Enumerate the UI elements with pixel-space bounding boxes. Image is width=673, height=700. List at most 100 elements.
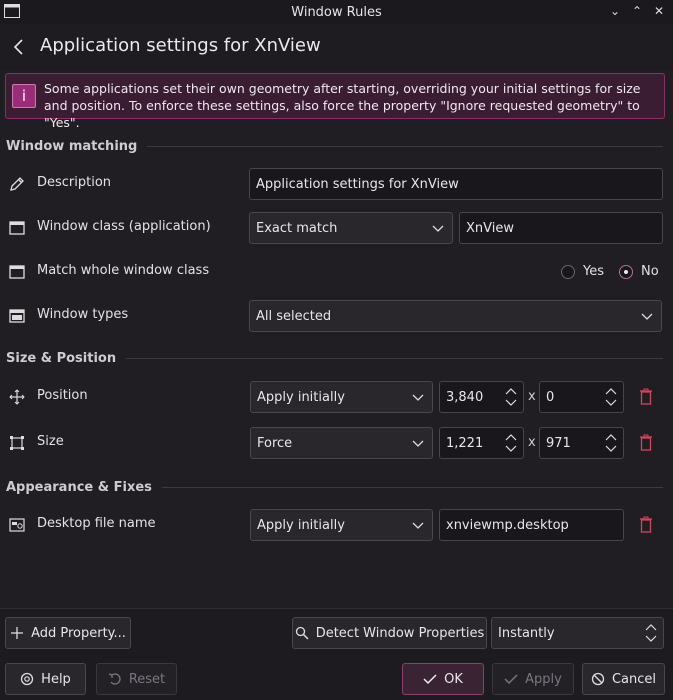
radio-circle-selected[interactable] (619, 264, 633, 279)
desktop-file-input[interactable]: xnviewmp.desktop (439, 509, 624, 541)
detect-delay-spinner[interactable]: Instantly (491, 617, 664, 649)
maximize-chevron-icon[interactable]: ⌃ (629, 2, 645, 20)
spinbox-value: 1,221 (446, 435, 484, 451)
size-height-spinbox[interactable]: 971 (539, 427, 624, 459)
dropdown-value: All selected (256, 308, 332, 324)
search-icon (295, 626, 309, 640)
window-icon (9, 265, 25, 279)
checkmark-icon (423, 674, 437, 685)
cancel-icon (591, 672, 605, 686)
bottom-bar: Add Property... Detect Window Properties… (0, 608, 673, 700)
chevron-down-icon (641, 313, 653, 320)
section-title: Appearance & Fixes (6, 480, 152, 495)
divider (126, 358, 663, 359)
spinbox-value: 971 (546, 435, 571, 451)
title-bar: Window Rules ⌄ ⌃ ✕ (0, 0, 673, 24)
reset-button[interactable]: Reset (96, 663, 177, 695)
radio-no-label: No (641, 264, 659, 279)
close-icon[interactable]: ✕ (651, 2, 667, 20)
minimize-chevron-icon[interactable]: ⌄ (607, 2, 623, 20)
desktop-file-icon (9, 518, 25, 532)
dropdown-value: Exact match (256, 220, 338, 236)
delete-position-trash-icon[interactable] (639, 388, 653, 406)
description-label: Description (37, 175, 112, 190)
section-title: Window matching (6, 139, 138, 154)
detect-window-properties-button[interactable]: Detect Window Properties (292, 617, 487, 649)
pencil-icon (10, 177, 24, 191)
times-separator: x (528, 435, 536, 450)
warning-message: Some applications set their own geometry… (44, 81, 641, 130)
cancel-button[interactable]: Cancel (582, 663, 665, 695)
window-class-match-dropdown[interactable]: Exact match (249, 212, 453, 244)
row-match-whole-class: Match whole window class Yes No (0, 254, 673, 290)
geometry-warning-banner: i Some applications set their own geomet… (5, 73, 665, 130)
window-title: Window Rules (291, 4, 382, 20)
position-policy-dropdown[interactable]: Apply initially (250, 381, 433, 413)
desktop-file-policy-dropdown[interactable]: Apply initially (250, 509, 433, 541)
divider (147, 146, 663, 147)
window-types-icon (9, 309, 25, 323)
window-icon (9, 221, 25, 235)
ok-label: OK (444, 671, 463, 687)
dropdown-value: Apply initially (257, 389, 345, 405)
window-class-label: Window class (application) (37, 219, 211, 234)
back-arrow-icon[interactable] (12, 38, 26, 56)
spinbox-value: 0 (546, 389, 555, 405)
size-width-spinbox[interactable]: 1,221 (439, 427, 524, 459)
size-label: Size (37, 434, 64, 449)
apply-button[interactable]: Apply (492, 663, 574, 695)
page-header: Application settings for XnView (0, 24, 673, 70)
position-y-spinbox[interactable]: 0 (539, 381, 624, 413)
cancel-label: Cancel (611, 671, 657, 687)
app-icon (4, 4, 20, 18)
page-title: Application settings for XnView (40, 35, 321, 56)
row-desktop-file: Desktop file name Apply initially xnview… (0, 507, 673, 543)
chevron-down-icon (412, 440, 424, 447)
resize-frame-icon (10, 436, 24, 450)
row-description: Description Application settings for XnV… (0, 166, 673, 202)
delete-size-trash-icon[interactable] (639, 434, 653, 452)
chevron-down-icon (412, 522, 424, 529)
radio-circle[interactable] (561, 264, 575, 279)
window-types-label: Window types (37, 307, 129, 322)
position-label: Position (37, 388, 88, 403)
spinbox-value: 3,840 (446, 389, 484, 405)
detect-label: Detect Window Properties (315, 625, 485, 641)
radio-yes-label: Yes (583, 264, 604, 279)
dropdown-value: Apply initially (257, 517, 345, 533)
help-button[interactable]: Help (5, 663, 86, 695)
description-input[interactable]: Application settings for XnView (249, 168, 663, 200)
chevron-down-icon (412, 394, 424, 401)
radio-no[interactable]: No (619, 264, 659, 279)
radio-yes[interactable]: Yes (561, 264, 604, 279)
reset-label: Reset (128, 671, 166, 687)
spin-arrows-icon[interactable] (605, 432, 617, 454)
dropdown-value: Force (257, 435, 293, 451)
section-title: Size & Position (6, 351, 117, 366)
plus-icon (11, 627, 24, 639)
ok-button[interactable]: OK (402, 663, 484, 695)
row-window-class: Window class (application) Exact match X… (0, 210, 673, 246)
undo-icon (108, 673, 121, 685)
delete-desktop-file-trash-icon[interactable] (639, 516, 653, 534)
detect-delay-value: Instantly (498, 625, 555, 641)
spin-arrows-icon[interactable] (505, 432, 517, 454)
move-arrows-icon (9, 389, 25, 405)
times-separator: x (528, 389, 536, 404)
apply-label: Apply (525, 671, 562, 687)
add-property-button[interactable]: Add Property... (5, 617, 131, 649)
info-icon: i (12, 84, 36, 108)
spin-arrows-icon[interactable] (645, 622, 657, 644)
match-whole-class-label: Match whole window class (37, 263, 210, 278)
window-class-input[interactable]: XnView (459, 212, 663, 244)
help-label: Help (41, 671, 71, 687)
size-policy-dropdown[interactable]: Force (250, 427, 433, 459)
position-x-spinbox[interactable]: 3,840 (439, 381, 524, 413)
desktop-file-label: Desktop file name (37, 516, 156, 531)
window-types-dropdown[interactable]: All selected (249, 300, 662, 332)
row-position: Position Apply initially 3,840 x 0 (0, 379, 673, 415)
spin-arrows-icon[interactable] (505, 386, 517, 408)
spin-arrows-icon[interactable] (605, 386, 617, 408)
help-lifebuoy-icon (21, 672, 34, 686)
row-window-types: Window types All selected (0, 298, 673, 334)
